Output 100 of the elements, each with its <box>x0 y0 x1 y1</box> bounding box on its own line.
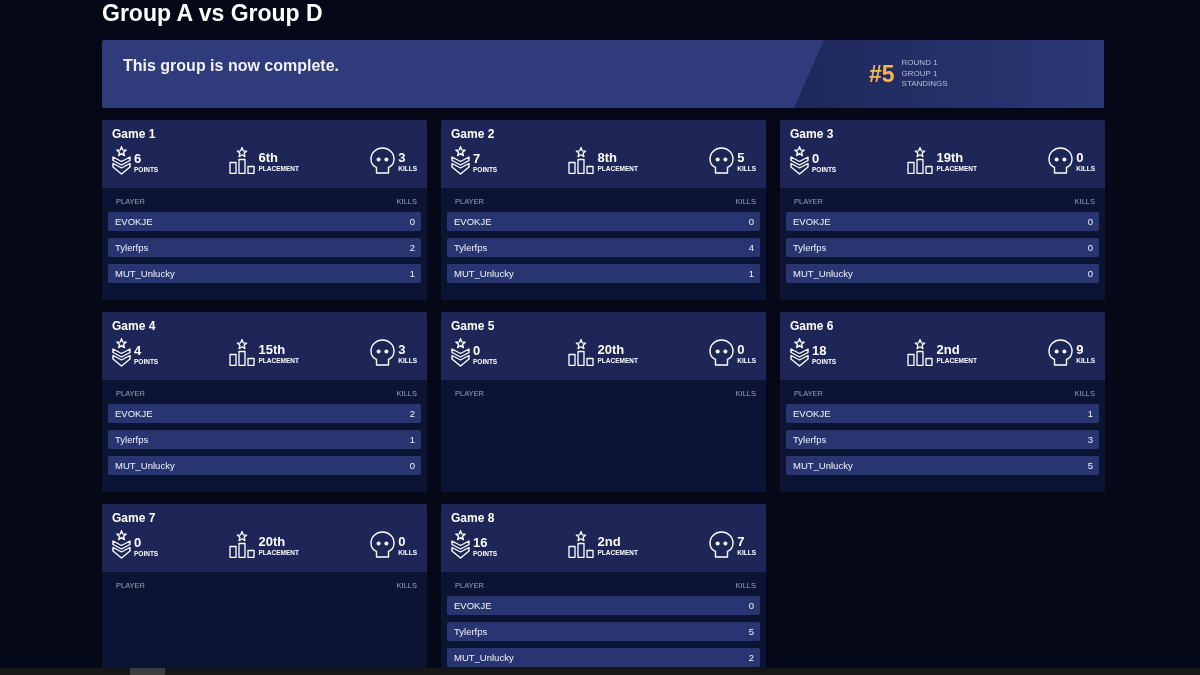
player-name: EVOKJE <box>454 600 492 611</box>
kill-count: 2 <box>409 408 415 419</box>
player-name: Tylerfps <box>454 242 488 253</box>
player-name: EVOKJE <box>115 216 153 227</box>
podium-star-icon <box>229 147 256 174</box>
game-title: Game 4 <box>112 319 157 334</box>
podium-star-icon <box>229 531 256 558</box>
rank-chevron-icon <box>112 338 131 367</box>
kill-count: 0 <box>1087 268 1093 279</box>
skull-icon <box>1048 147 1074 174</box>
stat-value: 0 <box>398 534 407 549</box>
player-name: EVOKJE <box>793 408 831 419</box>
rank-chevron-icon <box>112 530 131 559</box>
player-name: Tylerfps <box>115 242 149 253</box>
player-name: Tylerfps <box>793 434 827 445</box>
player-name: Tylerfps <box>115 434 149 445</box>
stat-value: 3 <box>398 150 407 165</box>
standings-detail: GROUP 1 <box>901 68 939 80</box>
stat-value: 0 <box>134 535 143 550</box>
kill-count: 0 <box>748 216 754 227</box>
kill-count: 5 <box>1087 460 1093 471</box>
standings-detail: STANDINGS <box>901 79 948 90</box>
standings-detail: ROUND 1 <box>901 58 939 69</box>
stat-value: 4 <box>134 343 143 358</box>
kill-count: 1 <box>409 434 415 445</box>
kill-count: 2 <box>409 242 415 253</box>
podium-star-icon <box>568 147 595 174</box>
stat-value: 8th <box>597 150 618 165</box>
banner-message: This group is now complete. <box>122 57 340 75</box>
stat-value: 20th <box>597 342 626 357</box>
stat-value: 15th <box>258 342 287 357</box>
podium-star-icon <box>568 339 595 366</box>
kill-count: 1 <box>1087 408 1093 419</box>
game-title: Game 5 <box>451 319 496 334</box>
horizontal-scrollbar[interactable] <box>0 668 1200 675</box>
stat-value: 16 <box>473 535 489 550</box>
stat-value: 0 <box>737 342 746 357</box>
stat-value: 0 <box>1076 150 1085 165</box>
page-title: Group A vs Group D <box>102 0 324 28</box>
player-name: MUT_Unlucky <box>454 268 514 279</box>
skull-icon <box>370 339 396 366</box>
skull-icon <box>370 531 396 558</box>
player-name: EVOKJE <box>793 216 831 227</box>
skull-icon <box>1048 339 1074 366</box>
kill-count: 5 <box>748 626 754 637</box>
rank-chevron-icon <box>112 146 131 175</box>
stat-value: 7 <box>473 151 482 166</box>
stat-value: 18 <box>812 343 828 358</box>
stat-value: 0 <box>812 151 821 166</box>
kill-count: 1 <box>748 268 754 279</box>
player-name: Tylerfps <box>793 242 827 253</box>
stat-value: 7 <box>737 534 746 549</box>
player-name: MUT_Unlucky <box>115 268 175 279</box>
player-name: EVOKJE <box>454 216 492 227</box>
kill-count: 4 <box>748 242 754 253</box>
rank-chevron-icon <box>790 338 809 367</box>
rank-chevron-icon <box>451 530 470 559</box>
rank-chevron-icon <box>451 146 470 175</box>
kill-count: 2 <box>748 652 754 663</box>
player-name: MUT_Unlucky <box>115 460 175 471</box>
game-title: Game 2 <box>451 127 496 142</box>
kill-count: 0 <box>1087 216 1093 227</box>
stat-value: 9 <box>1076 342 1085 357</box>
stat-value: 0 <box>473 343 482 358</box>
stat-value: 3 <box>398 342 407 357</box>
scrollbar-thumb[interactable] <box>130 668 165 675</box>
podium-star-icon <box>229 339 256 366</box>
stat-value: 6th <box>258 150 279 165</box>
skull-icon <box>709 531 735 558</box>
kill-count: 0 <box>409 460 415 471</box>
skull-icon <box>709 147 735 174</box>
podium-star-icon <box>907 147 934 174</box>
rank-chevron-icon <box>451 338 470 367</box>
stat-value: 20th <box>258 534 287 549</box>
stat-value: 2nd <box>597 534 622 549</box>
player-name: Tylerfps <box>454 626 488 637</box>
player-name: MUT_Unlucky <box>793 268 853 279</box>
kill-count: 0 <box>1087 242 1093 253</box>
podium-star-icon <box>907 339 934 366</box>
player-name: MUT_Unlucky <box>454 652 514 663</box>
game-title: Game 1 <box>112 127 157 142</box>
stat-value: 5 <box>737 150 746 165</box>
player-name: MUT_Unlucky <box>793 460 853 471</box>
game-title: Game 3 <box>790 127 835 142</box>
game-title: Game 8 <box>451 511 496 526</box>
rank-chevron-icon <box>790 146 809 175</box>
kill-count: 0 <box>409 216 415 227</box>
kill-count: 1 <box>409 268 415 279</box>
podium-star-icon <box>568 531 595 558</box>
stat-value: 6 <box>134 151 143 166</box>
stat-value: 2nd <box>936 342 961 357</box>
skull-icon <box>709 339 735 366</box>
kill-count: 3 <box>1087 434 1093 445</box>
rank-number: #5 <box>869 60 895 88</box>
game-title: Game 7 <box>112 511 157 526</box>
game-title: Game 6 <box>790 319 835 334</box>
player-name: EVOKJE <box>115 408 153 419</box>
skull-icon <box>370 147 396 174</box>
stat-value: 19th <box>936 150 965 165</box>
kill-count: 0 <box>748 600 754 611</box>
